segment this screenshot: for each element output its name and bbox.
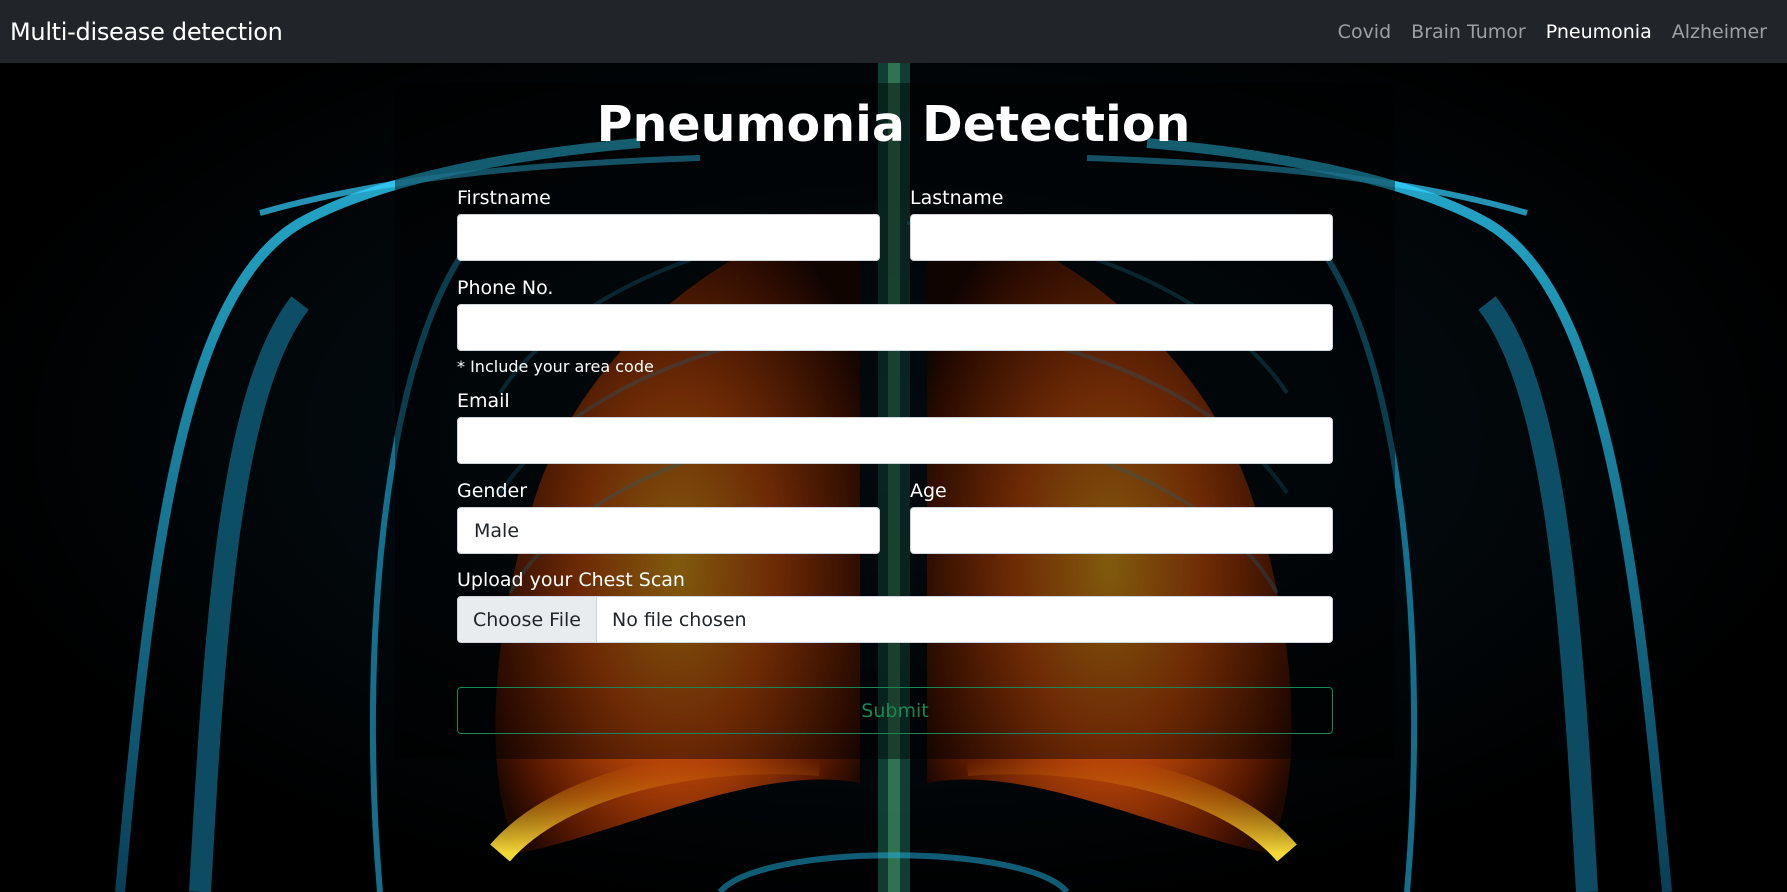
navbar-brand[interactable]: Multi-disease detection bbox=[10, 18, 283, 46]
gender-select[interactable]: Male bbox=[457, 507, 880, 554]
page-title: Pneumonia Detection bbox=[596, 96, 1191, 153]
file-status-text: No file chosen bbox=[611, 608, 747, 631]
phone-help-text: * Include your area code bbox=[457, 357, 654, 376]
firstname-label: Firstname bbox=[457, 187, 551, 209]
firstname-input[interactable] bbox=[457, 214, 880, 261]
email-input[interactable] bbox=[457, 417, 1333, 464]
gender-label: Gender bbox=[457, 480, 528, 502]
age-label: Age bbox=[910, 480, 947, 502]
lastname-input[interactable] bbox=[910, 214, 1333, 261]
age-input[interactable] bbox=[910, 507, 1333, 554]
lastname-label: Lastname bbox=[910, 187, 1004, 209]
nav-links: Covid Brain Tumor Pneumonia Alzheimer bbox=[1328, 21, 1777, 43]
chest-scan-file-input[interactable]: Choose File No file chosen bbox=[457, 596, 1333, 643]
upload-label: Upload your Chest Scan bbox=[457, 569, 685, 591]
phone-label: Phone No. bbox=[457, 277, 554, 299]
email-label: Email bbox=[457, 390, 510, 412]
navbar: Multi-disease detection Covid Brain Tumo… bbox=[0, 0, 1787, 63]
choose-file-button[interactable]: Choose File bbox=[458, 597, 597, 642]
gender-select-value: Male bbox=[474, 519, 520, 542]
nav-link-covid[interactable]: Covid bbox=[1328, 21, 1401, 43]
nav-link-brain-tumor[interactable]: Brain Tumor bbox=[1401, 21, 1536, 43]
nav-link-pneumonia[interactable]: Pneumonia bbox=[1536, 21, 1662, 43]
phone-input[interactable] bbox=[457, 304, 1333, 351]
submit-button[interactable]: Submit bbox=[457, 687, 1333, 734]
nav-link-alzheimer[interactable]: Alzheimer bbox=[1662, 21, 1777, 43]
